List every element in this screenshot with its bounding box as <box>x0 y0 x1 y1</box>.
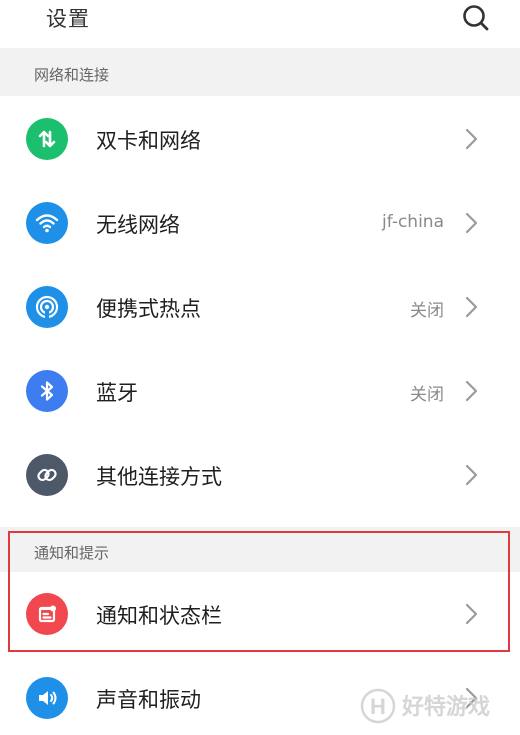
watermark-letter: H <box>370 694 386 719</box>
sound-icon <box>26 677 68 719</box>
chevron-right-icon <box>462 210 482 236</box>
row-value: 关闭 <box>410 301 444 321</box>
settings-page: 设置 网络和连接 双卡和网络 无线网络 jf-china 便携式热点 关闭 蓝牙… <box>0 0 520 735</box>
page-title: 设置 <box>46 7 90 31</box>
search-icon[interactable] <box>458 2 494 34</box>
row-other-connections[interactable]: 其他连接方式 <box>0 433 520 517</box>
data-transfer-icon <box>26 118 68 160</box>
row-label: 双卡和网络 <box>96 129 201 153</box>
chevron-right-icon <box>462 378 482 404</box>
watermark-logo: H 好特游戏 <box>358 683 508 729</box>
link-icon <box>26 454 68 496</box>
watermark-text: 好特游戏 <box>401 694 490 720</box>
section-title-notifications: 通知和提示 <box>34 544 110 562</box>
row-hotspot[interactable]: 便携式热点 关闭 <box>0 265 520 349</box>
row-label: 便携式热点 <box>96 297 201 321</box>
row-label: 其他连接方式 <box>96 465 222 489</box>
row-label: 通知和状态栏 <box>96 604 222 628</box>
bluetooth-icon <box>26 370 68 412</box>
row-value: jf-china <box>382 212 444 232</box>
header: 设置 <box>0 0 520 46</box>
row-label: 声音和振动 <box>96 688 201 712</box>
notification-icon <box>26 593 68 635</box>
row-notifications-status-bar[interactable]: 通知和状态栏 <box>0 572 520 656</box>
chevron-right-icon <box>462 601 482 627</box>
wifi-icon <box>26 202 68 244</box>
chevron-right-icon <box>462 126 482 152</box>
chevron-right-icon <box>462 294 482 320</box>
section-header-network: 网络和连接 <box>0 48 520 96</box>
section-header-notifications: 通知和提示 <box>0 527 520 573</box>
row-value: 关闭 <box>410 385 444 405</box>
row-bluetooth[interactable]: 蓝牙 关闭 <box>0 349 520 433</box>
row-label: 无线网络 <box>96 213 180 237</box>
chevron-right-icon <box>462 462 482 488</box>
hotspot-icon <box>26 286 68 328</box>
section-title-network: 网络和连接 <box>34 66 110 84</box>
row-dual-sim-network[interactable]: 双卡和网络 <box>0 97 520 181</box>
row-label: 蓝牙 <box>96 381 138 405</box>
row-wifi[interactable]: 无线网络 jf-china <box>0 181 520 265</box>
